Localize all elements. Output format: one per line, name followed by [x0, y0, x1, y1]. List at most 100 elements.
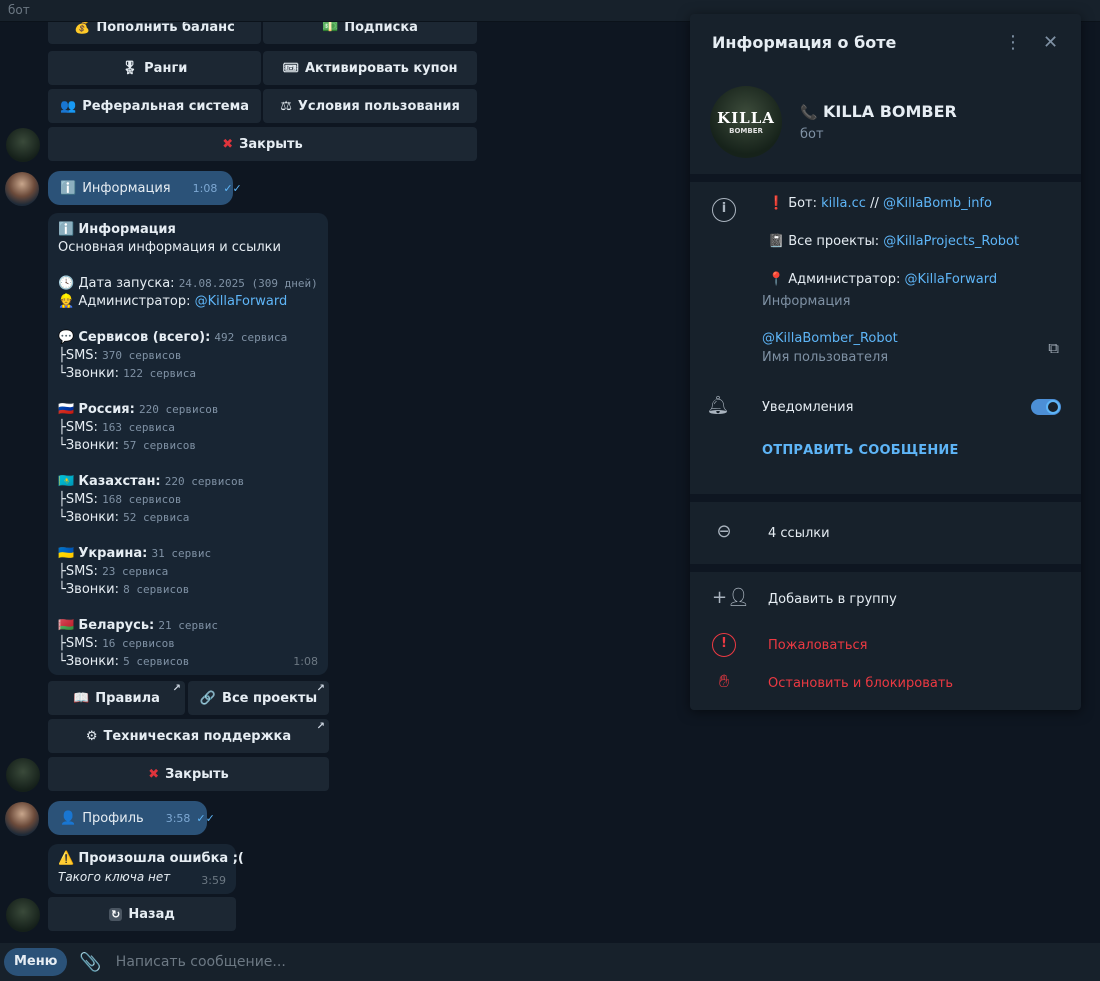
links-row[interactable]: ⊖ 4 ссылки — [690, 502, 1081, 564]
notifications-label: Уведомления — [762, 399, 854, 415]
close-label-2: Закрыть — [165, 766, 229, 782]
outgoing-message-profile[interactable]: 👤 Профиль 3:58 ✓✓ — [48, 801, 215, 835]
outgoing-message-info[interactable]: ℹ️ Информация 1:08 ✓✓ — [48, 171, 242, 205]
menu-button[interactable]: Меню — [4, 948, 68, 976]
panel-title: Информация о боте — [712, 32, 897, 52]
bio-section: i ❗ Бот: killa.cc // @KillaBomb_info 📓 В… — [690, 182, 1081, 494]
country-calls: 8 сервисов — [123, 583, 190, 596]
copy-icon[interactable]: ⧉ — [1048, 339, 1059, 357]
calls-value: 122 сервиса — [123, 367, 196, 380]
back-button[interactable]: ↻ Назад — [48, 897, 236, 931]
people-icon: 👥 — [60, 98, 77, 114]
user-avatar[interactable] — [5, 172, 39, 206]
message-time: 3:59 — [201, 874, 226, 887]
balance-label: Пополнить баланс — [96, 22, 235, 35]
send-message-button[interactable]: ОТПРАВИТЬ СООБЩЕНИЕ — [762, 443, 1081, 458]
user-avatar[interactable] — [5, 802, 39, 836]
divider — [690, 564, 1081, 572]
attach-icon[interactable]: 📎 — [79, 952, 101, 973]
bio-caption: Информация — [762, 294, 851, 309]
coupon-label: Активировать купон — [304, 60, 458, 76]
all-projects-button[interactable]: 🔗 Все проекты ↗ — [188, 681, 329, 715]
bio-admin-link[interactable]: @KillaForward — [905, 272, 998, 287]
bio-projects-label: Все проекты: — [788, 234, 880, 249]
bio-site-link[interactable]: killa.cc — [821, 196, 866, 211]
bot-avatar[interactable] — [6, 898, 40, 932]
terms-label: Условия пользования — [297, 98, 460, 114]
message-input[interactable]: Написать сообщение... — [116, 954, 286, 970]
close-button-1[interactable]: ✖ Закрыть — [48, 127, 477, 161]
country-sms: 23 сервиса — [102, 565, 169, 578]
coupon-button[interactable]: 🎟 Активировать купон — [263, 51, 477, 85]
notifications-row[interactable]: 🔔︎ Уведомления — [707, 395, 1081, 417]
terms-button[interactable]: ⚖ Условия пользования — [263, 89, 477, 123]
close-button-2[interactable]: ✖ Закрыть — [48, 757, 329, 791]
pin-icon: 📍 — [768, 272, 785, 287]
bio-projects-link[interactable]: @KillaProjects_Robot — [883, 234, 1019, 249]
message-time: 1:08 — [293, 655, 318, 668]
avatar-logo-subtext: BOMBER — [729, 127, 763, 135]
username-value[interactable]: @KillaBomber_Robot — [762, 331, 1081, 346]
support-label: Техническая поддержка — [103, 728, 292, 744]
more-options-icon[interactable]: ⋮ — [1003, 32, 1023, 53]
report-row[interactable]: ! Пожаловаться — [690, 626, 1081, 664]
exclamation-icon: ❗ — [768, 196, 785, 211]
close-label-1: Закрыть — [239, 136, 303, 152]
country-name: Россия: — [78, 402, 135, 417]
referral-button[interactable]: 👥 Реферальная система — [48, 89, 261, 123]
rules-button[interactable]: 📖 Правила ↗ — [48, 681, 185, 715]
sms-label: ├SMS: — [58, 636, 98, 651]
bot-avatar[interactable] — [6, 128, 40, 162]
launch-label: Дата запуска: — [78, 276, 175, 291]
back-icon: ↻ — [109, 907, 123, 921]
block-row[interactable]: ✋︎ Остановить и блокировать — [690, 664, 1081, 702]
notifications-toggle[interactable] — [1031, 399, 1061, 415]
bot-avatar-large[interactable]: KILLA BOMBER — [710, 86, 782, 158]
message-time: 3:58 — [165, 811, 191, 825]
external-link-icon: ↗ — [316, 683, 325, 694]
balance-button[interactable]: 💰 Пополнить баланс — [48, 22, 261, 44]
gear-icon: ⚙ — [85, 728, 98, 744]
country-block: 🇷🇺 Россия: 220 сервисов ├SMS: 163 сервиса… — [58, 383, 318, 455]
incoming-error-message[interactable]: ⚠️ Произошла ошибка ;( Такого ключа нет … — [48, 844, 244, 894]
sms-value: 370 сервисов — [102, 349, 182, 362]
message-time: 1:08 — [192, 181, 218, 195]
calls-label: └Звонки: — [58, 510, 119, 525]
medal-icon: 🎖 — [121, 60, 139, 76]
subscription-button[interactable]: 💵 Подписка — [263, 22, 477, 44]
services-label: Сервисов (всего): — [78, 330, 211, 345]
calls-label: └Звонки: — [58, 582, 119, 597]
support-button[interactable]: ⚙ Техническая поддержка ↗ — [48, 719, 329, 753]
country-block: 🇧🇾 Беларусь: 21 сервис ├SMS: 16 сервисов └… — [58, 599, 318, 671]
country-total: 220 сервисов — [139, 403, 219, 416]
launch-value: 24.08.2025 (309 дней) — [178, 277, 318, 290]
bot-info-panel: Информация о боте ⋮ ✕ KILLA BOMBER 📞 KIL… — [690, 14, 1081, 710]
calls-label: └Звонки: — [58, 438, 119, 453]
close-icon[interactable]: ✕ — [1043, 32, 1059, 53]
chat-area[interactable]: 💰 Пополнить баланс 💵 Подписка 🎖 Ранги 🎟 Акти… — [0, 22, 690, 942]
services-value: 492 сервиса — [214, 331, 288, 344]
bell-icon: 🔔︎ — [706, 395, 730, 416]
bot-avatar[interactable] — [6, 758, 40, 792]
add-to-group-row[interactable]: +👤︎ Добавить в группу — [690, 572, 1081, 626]
country-sms: 163 сервиса — [102, 421, 175, 434]
bio-admin-label: Администратор: — [788, 272, 901, 287]
ranks-button[interactable]: 🎖 Ранги — [48, 51, 261, 85]
bio-channel-link[interactable]: @KillaBomb_info — [883, 196, 992, 211]
country-total: 21 сервис — [158, 619, 219, 632]
external-link-icon: ↗ — [172, 683, 181, 694]
country-calls: 57 сервисов — [123, 439, 196, 452]
speech-icon: 💬 — [58, 330, 75, 345]
report-label: Пожаловаться — [768, 637, 868, 653]
book-icon: 📖 — [73, 690, 90, 706]
incoming-info-message[interactable]: ℹ️ Информация Основная информация и ссыл… — [48, 213, 328, 675]
divider — [690, 494, 1081, 502]
admin-icon: 👷 — [58, 294, 75, 309]
ticket-icon: 🎟 — [282, 60, 299, 76]
country-total: 31 сервис — [151, 547, 212, 560]
country-total: 220 сервисов — [164, 475, 245, 488]
admin-link[interactable]: @KillaForward — [195, 294, 288, 309]
bio-separator: // — [870, 196, 879, 211]
warning-icon: ⚠️ — [58, 851, 75, 866]
username-row[interactable]: @KillaBomber_Robot Имя пользователя ⧉ — [762, 331, 1081, 381]
